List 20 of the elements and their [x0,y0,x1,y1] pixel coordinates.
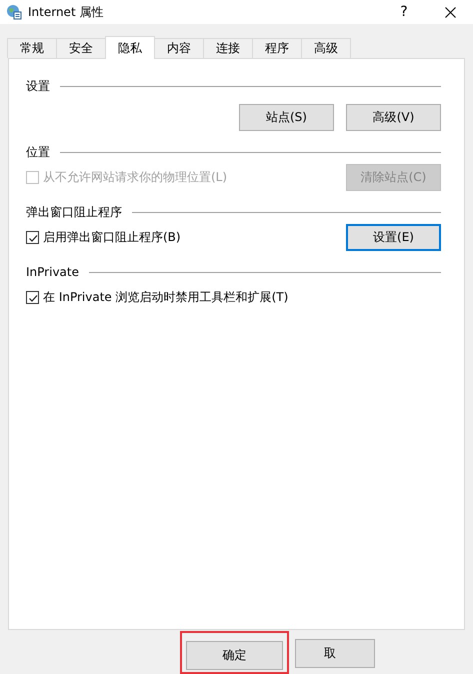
group-heading: 位置 [26,144,50,160]
checkbox[interactable] [26,230,39,244]
dialog-button[interactable]: 确定 [186,641,283,670]
close-icon[interactable] [444,6,456,18]
globe-icon [6,4,22,20]
group-heading: 弹出窗口阻止程序 [26,204,122,220]
dialog-button[interactable]: 取 [295,639,375,668]
tab[interactable]: 高级 [301,38,351,58]
group-heading: InPrivate [26,265,79,279]
dialog-button[interactable]: 高级(V) [346,104,441,130]
dialog-button[interactable]: 站点(S) [239,104,334,130]
help-button[interactable]: ? [381,4,427,20]
window-title: Internet 属性 [28,4,104,20]
tab[interactable]: 常规 [7,38,57,58]
group-heading: 设置 [26,78,50,94]
checkbox[interactable] [26,290,39,304]
tab[interactable]: 隐私 [105,36,155,59]
dialog-button[interactable]: 设置(E) [346,224,441,250]
checkbox-option[interactable]: 在 InPrivate 浏览启动时禁用工具栏和扩展(T) [26,288,288,306]
checkbox-option[interactable]: 启用弹出窗口阻止程序(B) [26,228,181,246]
